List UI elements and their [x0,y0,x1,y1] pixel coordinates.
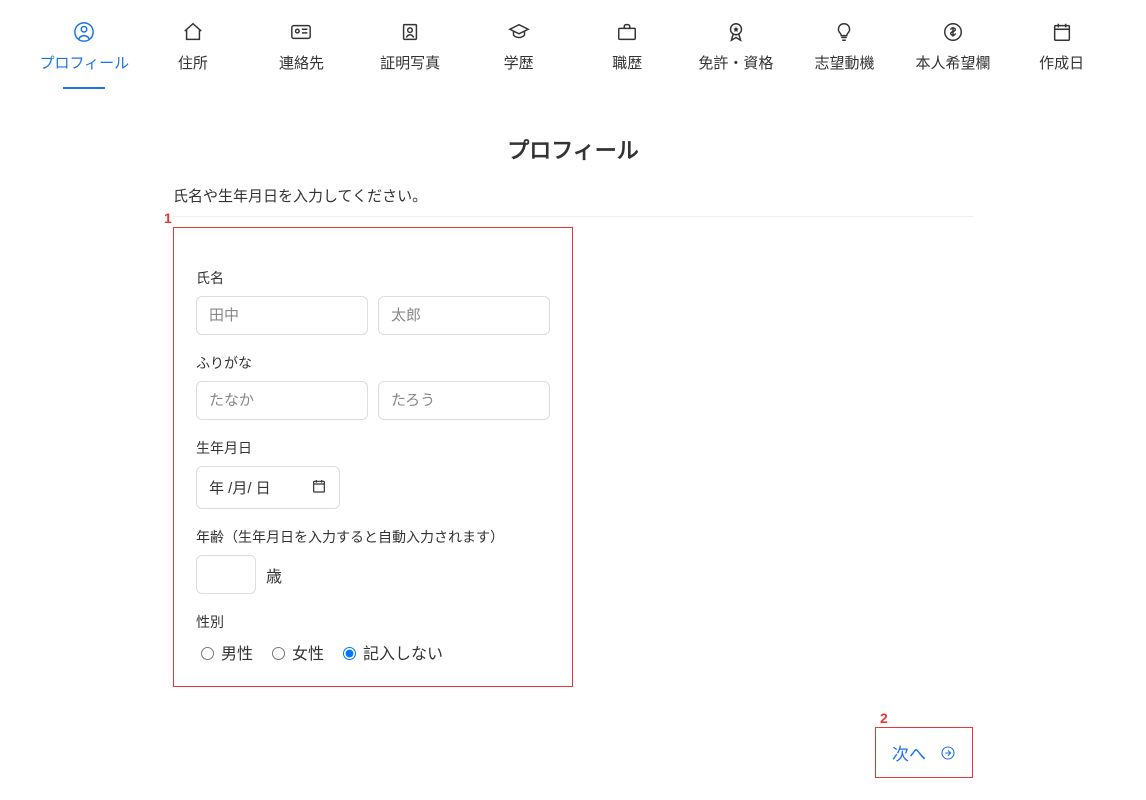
gender-female[interactable]: 女性 [267,640,324,664]
graduation-cap-icon [507,20,531,44]
tab-label: プロフィール [39,52,129,73]
furigana-last-input[interactable] [196,381,368,420]
tab-contact[interactable]: 連絡先 [256,20,346,83]
age-unit: 歳 [266,563,282,587]
tab-profile[interactable]: プロフィール [39,20,129,83]
next-button-label: 次へ [892,740,926,765]
divider [173,216,973,217]
gender-female-label: 女性 [292,640,324,664]
page-title: プロフィール [173,133,973,165]
tab-motivation[interactable]: 志望動機 [799,20,889,83]
tab-license[interactable]: 免許・資格 [691,20,781,83]
tab-label: 証明写真 [380,52,440,73]
profile-form: 1 氏名 ふりがな 生年月日 年 /月/ 日 年齢（生年月日を入力すると自動入力… [173,227,573,687]
gender-none-radio[interactable] [343,647,356,660]
calendar-icon [311,478,327,498]
home-icon [181,20,205,44]
tab-requests[interactable]: 本人希望欄 [908,20,998,83]
first-name-input[interactable] [378,296,550,335]
tab-label: 連絡先 [279,52,324,73]
tab-address[interactable]: 住所 [148,20,238,83]
tab-label: 住所 [178,52,208,73]
age-label: 年齢（生年月日を入力すると自動入力されます） [196,527,550,547]
gender-male-radio[interactable] [201,647,214,660]
tab-bar: プロフィール 住所 連絡先 証明写真 学歴 職歴 免許・資格 [0,0,1146,83]
tab-work[interactable]: 職歴 [582,20,672,83]
gender-none-label: 記入しない [363,640,443,664]
dollar-circle-icon [941,20,965,44]
gender-label: 性別 [196,612,550,632]
user-circle-icon [72,20,96,44]
lightbulb-icon [832,20,856,44]
name-label: 氏名 [196,268,550,288]
tab-label: 本人希望欄 [916,52,991,73]
gender-male-label: 男性 [221,640,253,664]
briefcase-icon [615,20,639,44]
tab-label: 作成日 [1039,52,1084,73]
callout-1: 1 [164,210,172,226]
tab-label: 志望動機 [814,52,874,73]
next-button-wrap: 2 次へ [173,727,973,778]
dob-text: 年 /月/ 日 [209,477,271,498]
gender-male[interactable]: 男性 [196,640,253,664]
tab-education[interactable]: 学歴 [474,20,564,83]
last-name-input[interactable] [196,296,368,335]
gender-female-radio[interactable] [272,647,285,660]
page-subtitle: 氏名や生年月日を入力してください。 [173,185,973,206]
next-button[interactable]: 2 次へ [875,727,973,778]
age-input[interactable] [196,555,256,594]
contact-card-icon [289,20,313,44]
furigana-first-input[interactable] [378,381,550,420]
tab-label: 学歴 [504,52,534,73]
arrow-right-circle-icon [940,745,956,761]
gender-radio-group: 男性 女性 記入しない [196,640,550,664]
dob-label: 生年月日 [196,438,550,458]
badge-icon [724,20,748,44]
tab-photo[interactable]: 証明写真 [365,20,455,83]
furigana-label: ふりがな [196,353,550,373]
main-content: プロフィール 氏名や生年月日を入力してください。 1 氏名 ふりがな 生年月日 … [173,133,973,778]
tab-date[interactable]: 作成日 [1017,20,1107,83]
id-photo-icon [398,20,422,44]
dob-input[interactable]: 年 /月/ 日 [196,466,340,509]
callout-2: 2 [880,710,888,726]
calendar-icon [1050,20,1074,44]
tab-label: 免許・資格 [698,52,773,73]
gender-none[interactable]: 記入しない [338,640,443,664]
tab-label: 職歴 [612,52,642,73]
